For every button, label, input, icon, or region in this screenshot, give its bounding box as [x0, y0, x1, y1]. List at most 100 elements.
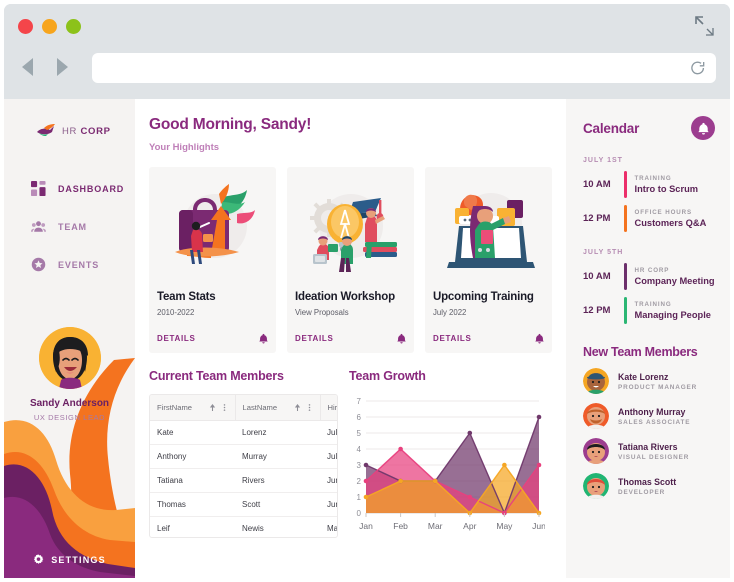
- event-text: HR CORP Company Meeting: [635, 267, 715, 286]
- bell-icon[interactable]: [259, 333, 268, 344]
- logo-text-light: HR: [62, 125, 81, 137]
- list-item[interactable]: Thomas Scott DEVELOPER: [583, 473, 715, 499]
- table-row[interactable]: Tatiana Rivers Jun. 15, 2022: [150, 468, 337, 494]
- member-text: Anthony Murray SALES ASSOCIATE: [618, 407, 690, 426]
- kebab-menu-icon[interactable]: [306, 403, 313, 412]
- highlight-card-team-stats[interactable]: Team Stats 2010-2022 DETAILS: [149, 167, 276, 353]
- column-header-lastname[interactable]: LastName: [235, 395, 321, 421]
- cell-firstname: Anthony: [150, 444, 235, 469]
- laptop-training-illustration: [446, 193, 535, 268]
- sidebar-item-dashboard[interactable]: DASHBOARD: [31, 181, 135, 196]
- card-title: Ideation Workshop: [295, 291, 395, 303]
- event-color-bar: [624, 171, 627, 198]
- chart-point[interactable]: [432, 478, 438, 484]
- chart-point[interactable]: [467, 494, 473, 500]
- event-time: 12 PM: [583, 213, 611, 224]
- calendar-event[interactable]: 12 PM OFFICE HOURS Customers Q&A: [583, 205, 715, 232]
- bell-icon[interactable]: [397, 333, 406, 344]
- minimize-window-button[interactable]: [42, 19, 57, 34]
- y-tick-label: 3: [357, 461, 362, 470]
- new-members-title: New Team Members: [583, 345, 698, 359]
- table-row[interactable]: Leif Newis May. 30, 2022: [150, 516, 337, 537]
- cell-firstname: Kate: [150, 420, 235, 445]
- app-root: HR CORP DASHBOARD TEAM EVENTS Sandy Ande…: [4, 99, 730, 578]
- event-name: Company Meeting: [634, 276, 715, 286]
- gear-icon: [34, 554, 44, 564]
- chart-point[interactable]: [363, 462, 369, 468]
- card-details-link[interactable]: DETAILS: [295, 334, 334, 343]
- app-logo[interactable]: HR CORP: [4, 99, 135, 139]
- table-row[interactable]: Kate Lorenz Jul. 1, 2022: [150, 420, 337, 445]
- main-content: Good Morning, Sandy! Your Highlights Tea…: [135, 99, 566, 578]
- chart-point[interactable]: [536, 414, 542, 420]
- table-row[interactable]: Anthony Murray Jul. 1, 2022: [150, 444, 337, 469]
- resize-handle-icon[interactable]: [692, 14, 716, 38]
- chart-point[interactable]: [536, 462, 542, 468]
- settings-label: SETTINGS: [51, 554, 106, 565]
- sort-asc-icon[interactable]: [294, 403, 301, 412]
- avatar[interactable]: [38, 327, 101, 389]
- bell-icon: [697, 122, 709, 135]
- event-category: TRAINING: [634, 301, 672, 308]
- forward-arrow-icon[interactable]: [48, 54, 74, 80]
- event-text: TRAINING Managing People: [635, 301, 711, 320]
- team-growth-chart[interactable]: 0 1 2 3 4 5 6 7 Jan Feb Mar Apr May Jun: [349, 393, 547, 539]
- card-footer: DETAILS: [433, 333, 544, 344]
- card-footer: DETAILS: [157, 333, 268, 344]
- y-tick-label: 2: [357, 477, 362, 486]
- chart-point[interactable]: [398, 446, 403, 452]
- event-text: OFFICE HOURS Customers Q&A: [635, 209, 707, 228]
- member-text: Kate Lorenz PRODUCT MANAGER: [618, 372, 697, 391]
- highlight-card-upcoming-training[interactable]: Upcoming Training July 2022 DETAILS: [425, 167, 552, 353]
- table-header-row: FirstName LastName Hir: [150, 395, 337, 421]
- chart-point[interactable]: [467, 430, 473, 436]
- bell-icon[interactable]: [535, 333, 544, 344]
- reload-icon[interactable]: [689, 59, 707, 77]
- member-role: SALES ASSOCIATE: [618, 418, 691, 426]
- cell-hiredate: Jul. 1, 2022: [320, 420, 337, 445]
- table-row[interactable]: Thomas Scott Jun. 1, 2022: [150, 492, 337, 518]
- list-item[interactable]: Tatiana Rivers VISUAL DESIGNER: [583, 438, 715, 464]
- calendar-event[interactable]: 10 AM TRAINING Intro to Scrum: [583, 171, 715, 198]
- column-header-firstname[interactable]: FirstName: [150, 395, 236, 421]
- calendar-event[interactable]: 12 PM TRAINING Managing People: [583, 297, 715, 324]
- chart-point[interactable]: [398, 478, 403, 484]
- list-item[interactable]: Anthony Murray SALES ASSOCIATE: [583, 403, 715, 429]
- chart-point[interactable]: [363, 478, 369, 484]
- card-details-link[interactable]: DETAILS: [433, 334, 472, 343]
- sidebar-item-events[interactable]: EVENTS: [31, 257, 135, 272]
- maximize-window-button[interactable]: [66, 19, 81, 34]
- member-role: VISUAL DESIGNER: [618, 453, 690, 461]
- list-item[interactable]: Kate Lorenz PRODUCT MANAGER: [583, 368, 715, 394]
- sidebar-item-label: EVENTS: [58, 259, 100, 270]
- chart-point[interactable]: [363, 494, 369, 500]
- calendar-header: Calendar: [583, 116, 715, 140]
- member-avatar-illustration: [583, 473, 609, 499]
- calendar-event[interactable]: 10 AM HR CORP Company Meeting: [583, 263, 715, 290]
- sort-asc-icon[interactable]: [209, 403, 216, 412]
- sidebar-item-team[interactable]: TEAM: [31, 219, 135, 234]
- chart-point[interactable]: [502, 462, 507, 468]
- event-category: OFFICE HOURS: [634, 209, 693, 216]
- member-text: Tatiana Rivers VISUAL DESIGNER: [618, 442, 689, 461]
- url-bar[interactable]: [92, 53, 716, 83]
- column-header-label: LastName: [242, 402, 278, 412]
- column-header-hiredate[interactable]: HireDate: [320, 395, 337, 421]
- kebab-menu-icon[interactable]: [221, 403, 228, 412]
- member-avatar: [583, 438, 609, 464]
- member-avatar-illustration: [583, 403, 609, 429]
- sidebar: HR CORP DASHBOARD TEAM EVENTS Sandy Ande…: [4, 99, 135, 578]
- lower-panels: Current Team Members FirstName LastName …: [149, 369, 552, 539]
- browser-navigation: [16, 54, 74, 80]
- notifications-button[interactable]: [691, 116, 715, 140]
- highlight-card-ideation-workshop[interactable]: Ideation Workshop View Proposals DETAILS: [287, 167, 414, 353]
- event-text: TRAINING Intro to Scrum: [635, 175, 699, 194]
- page-subtitle: Your Highlights: [149, 142, 220, 153]
- settings-button[interactable]: SETTINGS: [4, 554, 135, 565]
- event-time: 10 AM: [583, 179, 611, 190]
- back-arrow-icon[interactable]: [16, 54, 42, 80]
- card-details-link[interactable]: DETAILS: [157, 334, 196, 343]
- team-members-table-wrapper[interactable]: FirstName LastName Hir Kate Lorenz Jul A…: [149, 394, 338, 538]
- close-window-button[interactable]: [18, 19, 33, 34]
- cell-lastname: Scott: [235, 492, 320, 518]
